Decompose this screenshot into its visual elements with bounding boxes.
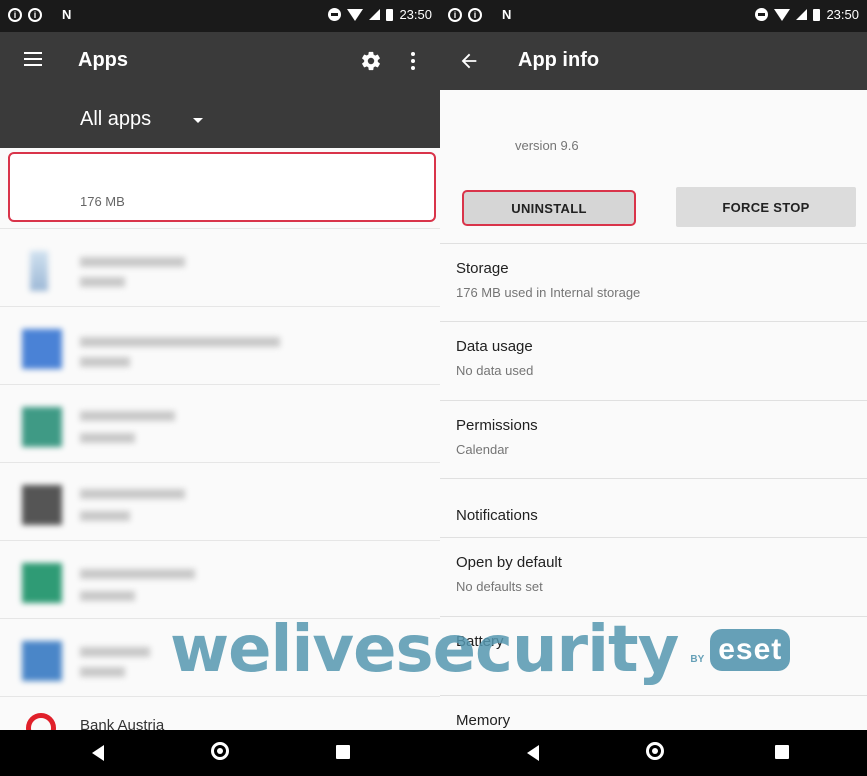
item-subtitle: No defaults set — [456, 579, 543, 594]
signal-icon — [369, 9, 381, 20]
blurred-app-size — [80, 591, 135, 601]
navigation-bar — [0, 730, 867, 776]
list-item[interactable]: Bank Austria — [0, 696, 440, 730]
storage-item[interactable]: Storage 176 MB used in Internal storage — [440, 243, 867, 322]
blurred-app-size — [80, 433, 135, 443]
nav-recents-icon[interactable] — [775, 745, 789, 759]
status-time: 23:50 — [826, 7, 859, 22]
back-arrow-icon[interactable] — [458, 50, 480, 72]
blurred-app-size — [80, 277, 125, 287]
item-subtitle: Calendar — [456, 442, 509, 457]
watermark-by: BY — [690, 653, 705, 665]
app-icon — [22, 641, 62, 681]
selected-app-row[interactable]: 176 MB — [8, 152, 436, 222]
app-filter-dropdown[interactable]: All apps — [0, 90, 440, 148]
blurred-app-name — [80, 337, 280, 347]
signal-icon — [796, 9, 808, 20]
list-item[interactable] — [0, 384, 440, 463]
nav-back-icon[interactable] — [92, 745, 104, 761]
nav-home-icon[interactable] — [646, 742, 664, 760]
app-size: 176 MB — [80, 194, 125, 209]
item-title: Storage — [456, 260, 509, 277]
status-time: 23:50 — [399, 7, 432, 22]
info-icon: i — [448, 7, 462, 22]
blurred-app-name — [80, 257, 185, 267]
battery-icon — [813, 8, 821, 21]
item-subtitle: 176 MB used in Internal storage — [456, 285, 641, 300]
app-icon — [22, 485, 62, 525]
info-icon: i — [8, 7, 22, 22]
dnd-icon — [328, 8, 342, 21]
battery-icon — [386, 8, 394, 21]
watermark-text: welivesecurity — [170, 613, 679, 687]
wifi-icon — [774, 8, 791, 21]
app-icon — [30, 251, 48, 291]
info-icon: i — [28, 7, 42, 22]
blurred-app-size — [80, 667, 125, 677]
item-title: Permissions — [456, 417, 538, 434]
filter-label: All apps — [80, 108, 152, 130]
uninstall-button[interactable]: UNINSTALL — [462, 190, 636, 226]
info-icon: i — [468, 7, 482, 22]
item-title: Memory — [456, 712, 511, 729]
app-bar: Apps — [0, 32, 440, 90]
app-icon — [22, 563, 62, 603]
notification-n-icon: N — [502, 7, 512, 22]
app-icon — [22, 407, 62, 447]
status-bar: i i N 23:50 — [0, 0, 440, 32]
blurred-app-name — [80, 489, 185, 499]
page-title: Apps — [78, 49, 128, 71]
item-title: Open by default — [456, 554, 562, 571]
list-item[interactable] — [0, 462, 440, 541]
dropdown-caret-icon — [193, 118, 203, 123]
item-title: Data usage — [456, 338, 533, 355]
list-item[interactable] — [0, 306, 440, 385]
wifi-icon — [347, 8, 364, 21]
welivesecurity-watermark: welivesecurity BY eset — [170, 605, 791, 695]
app-version: version 9.6 — [515, 138, 579, 153]
blurred-app-size — [80, 357, 130, 367]
page-title: App info — [518, 49, 600, 71]
notification-n-icon: N — [62, 7, 72, 22]
blurred-app-name — [80, 647, 150, 657]
nav-back-icon[interactable] — [527, 745, 539, 761]
gear-icon[interactable] — [360, 50, 382, 72]
permissions-item[interactable]: Permissions Calendar — [440, 400, 867, 479]
bank-app-icon — [26, 713, 56, 730]
blurred-app-name — [80, 569, 195, 579]
app-bar: App info — [440, 32, 867, 90]
data-usage-item[interactable]: Data usage No data used — [440, 321, 867, 400]
overflow-menu-icon[interactable] — [410, 52, 416, 70]
nav-recents-icon[interactable] — [336, 745, 350, 759]
app-icon — [22, 329, 62, 369]
memory-item[interactable]: Memory — [440, 695, 867, 730]
blurred-app-name — [80, 411, 175, 421]
status-bar: i i N 23:50 — [440, 0, 867, 32]
item-subtitle: No data used — [456, 363, 534, 378]
list-item[interactable] — [0, 228, 440, 307]
force-stop-button[interactable]: FORCE STOP — [676, 187, 856, 227]
blurred-app-size — [80, 511, 130, 521]
app-name: Bank Austria — [80, 717, 165, 730]
item-title: Notifications — [456, 507, 538, 524]
hamburger-menu-icon[interactable] — [24, 52, 42, 66]
dnd-icon — [755, 8, 769, 21]
eset-logo: eset — [710, 629, 791, 671]
nav-home-icon[interactable] — [211, 742, 229, 760]
